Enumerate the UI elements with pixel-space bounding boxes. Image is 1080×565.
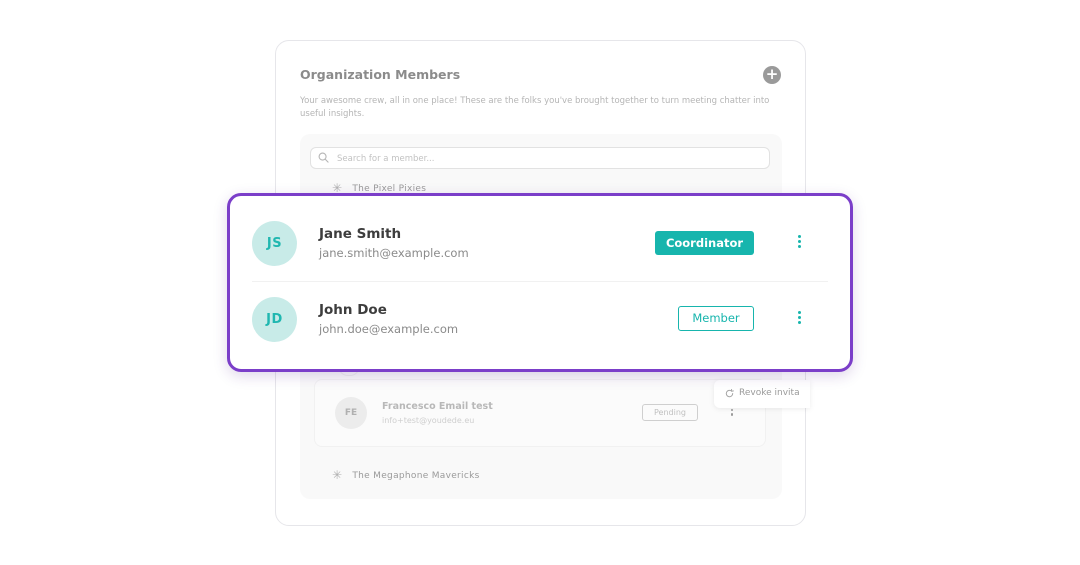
role-badge[interactable]: Member xyxy=(678,306,754,331)
revoke-label: Revoke invita xyxy=(739,388,800,398)
highlighted-members-list: JS Jane Smith jane.smith@example.com Coo… xyxy=(227,193,853,372)
asterisk-icon: ✳ xyxy=(332,468,343,482)
list-item: FE Francesco Email test info+test@youded… xyxy=(314,379,766,447)
add-member-button[interactable]: + xyxy=(763,66,781,84)
member-name: John Doe xyxy=(319,302,387,318)
page-title: Organization Members xyxy=(300,67,461,82)
table-row[interactable]: JS Jane Smith jane.smith@example.com Coo… xyxy=(230,206,850,281)
member-email: jane.smith@example.com xyxy=(319,246,469,260)
avatar: JD xyxy=(252,297,297,342)
team-header[interactable]: ✳ The Pixel Pixies xyxy=(332,180,426,195)
avatar: JS xyxy=(252,221,297,266)
search-box[interactable] xyxy=(310,147,770,169)
revoke-invitation-menu-item[interactable]: Revoke invita xyxy=(714,380,810,408)
search-input[interactable] xyxy=(337,151,757,166)
avatar: FE xyxy=(335,397,367,429)
role-badge[interactable]: Coordinator xyxy=(655,231,754,255)
status-badge: Pending xyxy=(642,404,698,421)
member-email: info+test@youdede.eu xyxy=(382,416,475,425)
team-name: The Megaphone Mavericks xyxy=(352,471,480,481)
panel-description: Your awesome crew, all in one place! The… xyxy=(300,96,770,119)
more-options-icon[interactable] xyxy=(793,233,805,253)
member-name: Jane Smith xyxy=(319,226,402,242)
search-icon xyxy=(318,152,329,163)
member-email: john.doe@example.com xyxy=(319,322,459,336)
plus-icon: + xyxy=(765,65,779,83)
team-header[interactable]: ✳ The Megaphone Mavericks xyxy=(332,467,480,482)
more-options-icon[interactable] xyxy=(793,309,805,329)
member-name: Francesco Email test xyxy=(382,401,493,412)
table-row[interactable]: JD John Doe john.doe@example.com Member xyxy=(230,282,850,357)
revoke-icon xyxy=(725,388,734,398)
